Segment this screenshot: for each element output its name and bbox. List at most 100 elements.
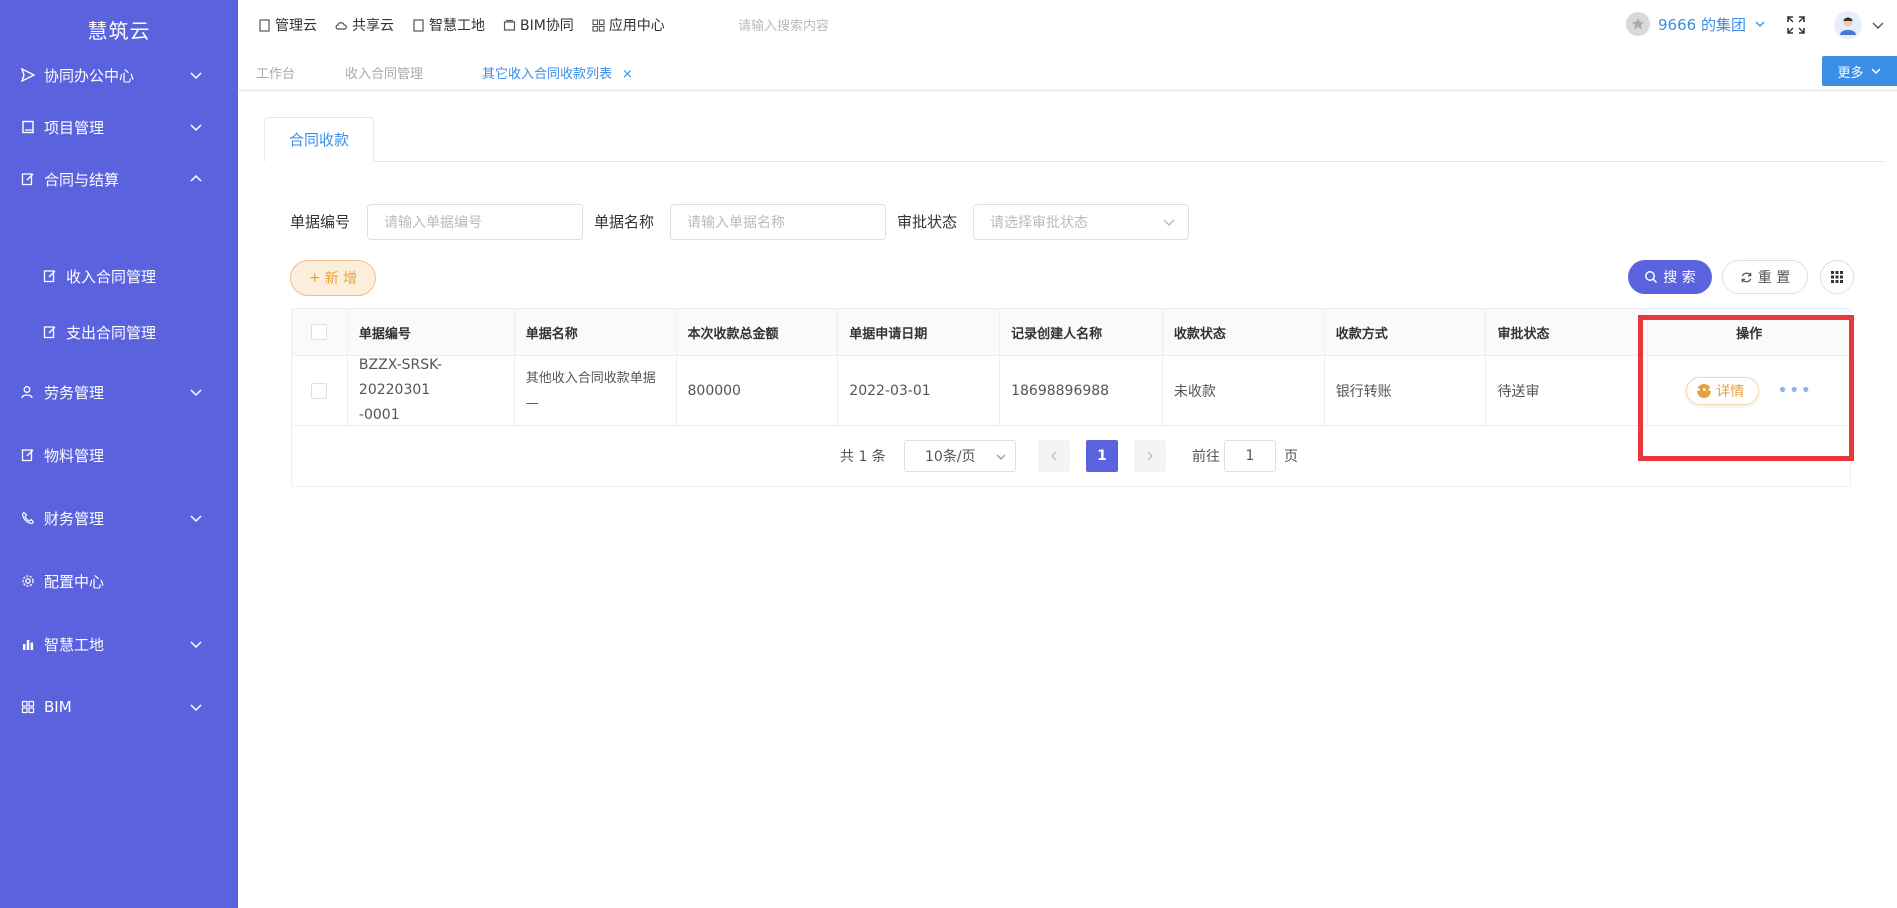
- brand-logo: 慧筑云: [87, 18, 151, 43]
- sidebar-item-label: 劳务管理: [44, 383, 105, 402]
- table-header: 单据编号 单据名称 本次收款总金额 单据申请日期 记录创建人名称 收款状态 收款…: [292, 309, 1850, 356]
- sidebar-item-expense-contract[interactable]: 支出合同管理: [0, 312, 238, 352]
- sidebar-item-label: 收入合同管理: [66, 267, 157, 286]
- sidebar-item-finance[interactable]: 财务管理: [0, 498, 238, 538]
- tab-income-contract[interactable]: 收入合同管理: [345, 63, 423, 82]
- sidebar-item-labor[interactable]: 劳务管理: [0, 372, 238, 412]
- code-filter-label: 单据编号: [290, 213, 351, 231]
- cell-date: 2022-03-01: [838, 356, 1001, 425]
- sidebar-item-label: 项目管理: [44, 118, 105, 137]
- table-row: BZZX-SRSK-20220301 -0001 其他收入合同收款单据 — 8000…: [292, 356, 1850, 426]
- book-icon: [259, 18, 270, 32]
- chevron-down-icon: [190, 124, 202, 132]
- header-approval: 审批状态: [1486, 309, 1649, 355]
- book-icon: [413, 18, 424, 32]
- current-page-button[interactable]: 1: [1086, 440, 1118, 472]
- top-nav-management-cloud[interactable]: 管理云: [258, 15, 317, 35]
- cell-pay-status: 未收款: [1163, 356, 1325, 425]
- more-tabs-button[interactable]: 更多: [1822, 56, 1897, 86]
- chevron-down-icon: [996, 454, 1006, 460]
- phone-icon: [20, 510, 36, 526]
- header-creator: 记录创建人名称: [1000, 309, 1163, 355]
- sidebar-item-config[interactable]: 配置中心: [0, 561, 238, 601]
- user-avatar-icon: [1840, 17, 1856, 35]
- close-icon[interactable]: ×: [622, 67, 633, 82]
- chevron-down-icon[interactable]: [1870, 17, 1886, 33]
- prev-page-button[interactable]: [1038, 440, 1070, 472]
- chevron-down-icon: [1755, 21, 1765, 27]
- group-name: 9666 的集团: [1658, 15, 1746, 34]
- sidebar-item-smart-site[interactable]: 智慧工地: [0, 624, 238, 664]
- sidebar-item-material[interactable]: 物料管理: [0, 435, 238, 475]
- header-amount: 本次收款总金额: [677, 309, 839, 355]
- main-content: 合同收款 单据编号 请输入单据编号 单据名称 请输入单据名称 审批状态 请选择审…: [238, 95, 1897, 908]
- group-logo-icon: [1626, 12, 1650, 36]
- chevron-down-icon: [190, 72, 202, 80]
- column-settings-button[interactable]: [1820, 260, 1854, 294]
- sidebar-item-contract[interactable]: 合同与结算: [0, 159, 238, 199]
- cell-pay-method: 银行转账: [1325, 356, 1487, 425]
- chevron-down-icon: [190, 704, 202, 712]
- search-button[interactable]: 搜 索: [1628, 260, 1712, 294]
- sidebar-item-collab-office[interactable]: 协同办公中心: [0, 55, 238, 95]
- users-icon: [20, 384, 36, 400]
- edit-icon: [20, 447, 36, 463]
- sidebar-item-label: 财务管理: [44, 509, 105, 528]
- add-button[interactable]: + 新 增: [290, 260, 376, 296]
- page-size-select[interactable]: 10条/页: [904, 440, 1016, 472]
- goto-label: 前往: [1192, 449, 1220, 465]
- name-filter-input[interactable]: 请输入单据名称: [670, 204, 886, 240]
- goto-page-input[interactable]: 1: [1224, 440, 1276, 472]
- tab-other-income-receipts[interactable]: 其它收入合同收款列表 ×: [482, 63, 633, 82]
- header-pay-status: 收款状态: [1163, 309, 1325, 355]
- sidebar-item-project[interactable]: 项目管理: [0, 107, 238, 147]
- sidebar-item-label: 合同与结算: [44, 170, 120, 189]
- reset-button[interactable]: 重 置: [1722, 260, 1808, 294]
- receipts-table: 单据编号 单据名称 本次收款总金额 单据申请日期 记录创建人名称 收款状态 收款…: [291, 308, 1851, 487]
- row-checkbox-cell: [292, 356, 348, 425]
- select-all-checkbox[interactable]: [311, 324, 328, 340]
- edit-icon: [20, 171, 36, 187]
- cell-amount: 800000: [677, 356, 839, 425]
- chevron-up-icon: [190, 174, 202, 182]
- cell-creator: 18698896988: [1000, 356, 1163, 425]
- book-icon: [20, 119, 36, 135]
- sidebar-item-label: BIM: [44, 698, 72, 716]
- cell-code: BZZX-SRSK-20220301 -0001: [348, 356, 515, 425]
- top-nav-smart-site[interactable]: 智慧工地: [412, 15, 485, 35]
- search-icon: [1645, 271, 1658, 284]
- sidebar-item-bim[interactable]: BIM: [0, 687, 238, 727]
- tab-contract-receipts[interactable]: 合同收款: [264, 117, 374, 162]
- header-date: 单据申请日期: [838, 309, 1001, 355]
- status-filter-select[interactable]: 请选择审批状态: [973, 204, 1189, 240]
- avatar[interactable]: [1834, 11, 1862, 39]
- page-tabs-bar: 工作台 收入合同管理 其它收入合同收款列表 × 更多: [238, 50, 1897, 92]
- cloud-icon: [335, 21, 347, 30]
- sidebar-item-income-contract[interactable]: 收入合同管理: [0, 256, 238, 296]
- top-bar: 管理云 共享云 智慧工地 BIM协同 应用中心 请输入搜索内容 9666 的集团: [238, 0, 1897, 50]
- fullscreen-icon[interactable]: [1786, 15, 1806, 35]
- chevron-down-icon: [190, 515, 202, 523]
- header-pay-method: 收款方式: [1325, 309, 1487, 355]
- code-filter-input[interactable]: 请输入单据编号: [367, 204, 583, 240]
- top-nav-bim[interactable]: BIM协同: [503, 15, 574, 35]
- cell-name: 其他收入合同收款单据 —: [515, 356, 677, 425]
- header-checkbox-cell: [292, 309, 348, 355]
- pagination: 共 1 条 10条/页 1 前往 1 页: [292, 426, 1850, 486]
- sidebar: 慧筑云 协同办公中心 项目管理 合同与结算 收入合同管理 支出合同管理 劳务管理…: [0, 0, 238, 908]
- chevron-left-icon: [1051, 451, 1057, 461]
- row-checkbox[interactable]: [311, 382, 328, 399]
- top-nav: 管理云 共享云 智慧工地 BIM协同 应用中心: [258, 15, 665, 35]
- chevron-down-icon: [190, 389, 202, 397]
- global-search-input[interactable]: 请输入搜索内容: [738, 15, 829, 34]
- next-page-button[interactable]: [1134, 440, 1166, 472]
- sidebar-item-label: 支出合同管理: [66, 323, 157, 342]
- header-name: 单据名称: [515, 309, 677, 355]
- top-nav-share-cloud[interactable]: 共享云: [335, 15, 394, 35]
- highlight-box: [1638, 315, 1854, 461]
- chevron-down-icon: [1870, 68, 1881, 75]
- group-selector[interactable]: 9666 的集团: [1626, 12, 1766, 36]
- name-filter-label: 单据名称: [594, 213, 655, 231]
- tab-workbench[interactable]: 工作台: [256, 63, 295, 82]
- top-nav-app-center[interactable]: 应用中心: [592, 15, 665, 35]
